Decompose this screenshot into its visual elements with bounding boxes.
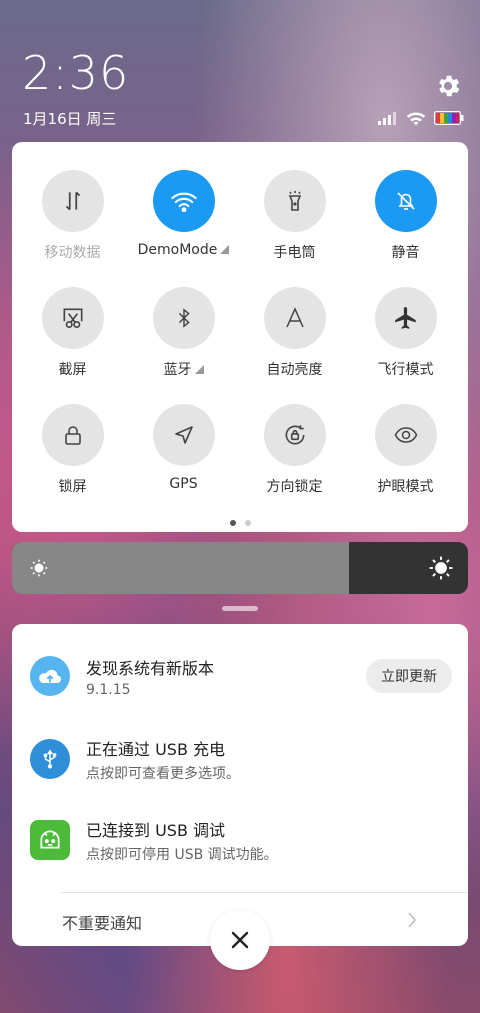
toggle-airplane[interactable]: 飞行模式 — [350, 287, 461, 379]
notification-subtitle: 9.1.15 — [86, 682, 131, 698]
toggle-label: 移动数据 — [44, 245, 101, 261]
notification-subtitle: 点按即可停用 USB 调试功能。 — [86, 847, 278, 863]
close-icon — [231, 931, 249, 949]
expand-triangle-icon — [194, 365, 204, 374]
toggle-screenshot[interactable]: 截屏 — [17, 287, 128, 379]
brightness-slider[interactable] — [12, 542, 468, 594]
battery-icon — [434, 111, 464, 125]
page-dot[interactable] — [229, 520, 236, 526]
toggle-label: 蓝牙 — [163, 362, 192, 378]
chevron-right-icon — [408, 912, 417, 928]
toggle-flashlight[interactable]: 手电筒 — [239, 170, 350, 262]
close-button[interactable] — [210, 910, 270, 970]
notification-title: 已连接到 USB 调试 — [86, 821, 226, 840]
screenshot-icon — [41, 287, 104, 349]
toggle-label: GPS — [169, 476, 198, 492]
toggle-lock-screen[interactable]: 锁屏 — [17, 404, 128, 496]
toggle-wifi[interactable]: DemoMode — [128, 170, 239, 258]
notification-panel: 发现系统有新版本 9.1.15 立即更新 正在通过 USB 充电 点按即可查看更… — [12, 624, 468, 946]
page-indicator — [12, 520, 468, 526]
expand-triangle-icon — [220, 245, 230, 254]
quick-settings-panel: 移动数据 DemoMode 手电筒 静音 截屏 蓝牙 自动亮度 飞行模式 锁屏 … — [12, 142, 468, 532]
auto-brightness-icon — [263, 287, 326, 349]
android-debug-icon — [30, 820, 70, 860]
toggle-eye-care[interactable]: 护眼模式 — [350, 404, 461, 496]
notification-title: 正在通过 USB 充电 — [86, 740, 226, 759]
brightness-high-icon — [429, 556, 453, 580]
toggle-label: 锁屏 — [58, 479, 87, 495]
mobile-data-icon — [41, 170, 104, 232]
toggle-label: 方向锁定 — [266, 479, 323, 495]
divider — [60, 892, 468, 893]
brightness-low-icon — [30, 559, 48, 577]
toggle-gps[interactable]: GPS — [128, 404, 239, 492]
flashlight-icon — [263, 170, 326, 232]
eye-icon — [374, 404, 437, 466]
brightness-fill — [12, 542, 350, 594]
toggle-label: 手电筒 — [273, 245, 316, 261]
wifi-icon — [152, 170, 215, 232]
toggle-label: 截屏 — [58, 362, 87, 378]
usb-icon — [30, 739, 70, 779]
toggle-bluetooth[interactable]: 蓝牙 — [128, 287, 239, 379]
toggle-label: DemoMode — [137, 242, 218, 258]
status-bar-icons — [378, 110, 464, 126]
toggle-rotation-lock[interactable]: 方向锁定 — [239, 404, 350, 496]
clock-time: 2:36 — [22, 46, 130, 100]
lock-icon — [41, 404, 104, 466]
toggle-mobile-data[interactable]: 移动数据 — [17, 170, 128, 262]
toggle-label: 自动亮度 — [266, 362, 323, 378]
drag-handle[interactable] — [222, 606, 258, 611]
notification-title: 发现系统有新版本 — [86, 659, 215, 678]
toggle-label: 静音 — [391, 245, 420, 261]
toggle-mute[interactable]: 静音 — [350, 170, 461, 262]
signal-icon — [378, 112, 396, 125]
location-icon — [152, 404, 215, 466]
settings-gear-icon[interactable] — [434, 72, 462, 100]
wifi-status-icon — [406, 112, 426, 126]
minor-notifications-link[interactable]: 不重要通知 — [62, 910, 142, 934]
notification-subtitle: 点按即可查看更多选项。 — [86, 766, 240, 782]
toggle-label: 飞行模式 — [377, 362, 434, 378]
page-dot[interactable] — [244, 520, 251, 526]
airplane-icon — [374, 287, 437, 349]
rotation-lock-icon — [263, 404, 326, 466]
bluetooth-icon — [152, 287, 215, 349]
bell-off-icon — [374, 170, 437, 232]
update-now-button[interactable]: 立即更新 — [366, 659, 452, 693]
toggle-label: 护眼模式 — [377, 479, 434, 495]
date-label: 1月16日 周三 — [23, 110, 117, 128]
toggle-auto-brightness[interactable]: 自动亮度 — [239, 287, 350, 379]
cloud-update-icon — [30, 656, 70, 696]
